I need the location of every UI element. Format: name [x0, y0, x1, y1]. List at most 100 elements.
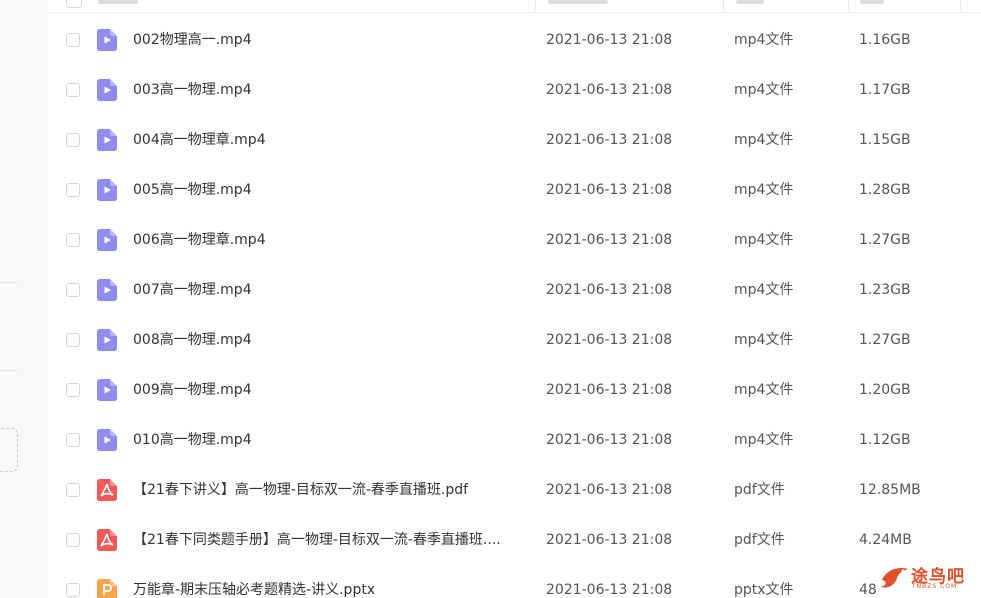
file-type: mp4文件 [734, 182, 794, 198]
row-checkbox[interactable] [66, 83, 80, 97]
file-type: mp4文件 [734, 132, 794, 148]
select-all-checkbox[interactable] [66, 0, 82, 8]
table-row[interactable]: 009高一物理.mp4 2021-06-13 21:08 mp4文件 1.20GB [48, 365, 981, 415]
row-checkbox[interactable] [66, 433, 80, 447]
column-separator[interactable] [960, 0, 961, 10]
column-header-size[interactable] [860, 0, 884, 4]
file-size: 1.23GB [859, 282, 911, 298]
file-modified-date: 2021-06-13 21:08 [546, 432, 673, 448]
file-name[interactable]: 002物理高一.mp4 [133, 30, 533, 50]
table-row[interactable]: 007高一物理.mp4 2021-06-13 21:08 mp4文件 1.23GB [48, 265, 981, 315]
table-row[interactable]: 【21春下讲义】高一物理-目标双一流-春季直播班.pdf 2021-06-13 2… [48, 465, 981, 515]
file-type: mp4文件 [734, 432, 794, 448]
file-size: 48 [859, 582, 877, 598]
row-checkbox[interactable] [66, 533, 80, 547]
table-row[interactable]: 003高一物理.mp4 2021-06-13 21:08 mp4文件 1.17GB [48, 65, 981, 115]
video-file-icon [97, 229, 117, 251]
file-modified-date: 2021-06-13 21:08 [546, 82, 673, 98]
table-row[interactable]: 008高一物理.mp4 2021-06-13 21:08 mp4文件 1.27GB [48, 315, 981, 365]
file-type: mp4文件 [734, 232, 794, 248]
ppt-file-icon [97, 579, 117, 598]
file-name[interactable]: 010高一物理.mp4 [133, 430, 533, 450]
file-size: 1.20GB [859, 382, 911, 398]
file-type: pdf文件 [734, 532, 785, 548]
file-list-panel: 002物理高一.mp4 2021-06-13 21:08 mp4文件 1.16GB 00… [48, 0, 981, 598]
file-type: mp4文件 [734, 82, 794, 98]
file-size: 1.12GB [859, 432, 911, 448]
pdf-file-icon [97, 479, 117, 501]
file-size: 1.17GB [859, 82, 911, 98]
row-checkbox[interactable] [66, 483, 80, 497]
video-file-icon [97, 279, 117, 301]
column-header-type[interactable] [736, 0, 764, 4]
sidebar-collapse-handle[interactable] [0, 428, 18, 472]
file-type: pptx文件 [734, 582, 794, 598]
file-modified-date: 2021-06-13 21:08 [546, 482, 673, 498]
bird-logo-icon [881, 568, 908, 588]
file-name[interactable]: 【21春下同类题手册】高一物理-目标双一流-春季直播班.... [133, 530, 533, 550]
file-name[interactable]: 006高一物理章.mp4 [133, 230, 533, 250]
file-size: 1.27GB [859, 232, 911, 248]
video-file-icon [97, 329, 117, 351]
file-name[interactable]: 003高一物理.mp4 [133, 80, 533, 100]
file-modified-date: 2021-06-13 21:08 [546, 532, 673, 548]
file-name[interactable]: 万能章-期末压轴必考题精选-讲义.pptx [133, 580, 533, 598]
table-row[interactable]: 006高一物理章.mp4 2021-06-13 21:08 mp4文件 1.27GB [48, 215, 981, 265]
file-size: 1.28GB [859, 182, 911, 198]
row-checkbox[interactable] [66, 583, 80, 597]
file-modified-date: 2021-06-13 21:08 [546, 132, 673, 148]
column-separator[interactable] [535, 0, 536, 10]
column-header-date[interactable] [548, 0, 608, 4]
file-name[interactable]: 007高一物理.mp4 [133, 280, 533, 300]
file-size: 1.16GB [859, 32, 911, 48]
table-row[interactable]: 010高一物理.mp4 2021-06-13 21:08 mp4文件 1.12GB [48, 415, 981, 465]
table-row[interactable]: 【21春下同类题手册】高一物理-目标双一流-春季直播班.... 2021-06-1… [48, 515, 981, 565]
file-type: mp4文件 [734, 32, 794, 48]
video-file-icon [97, 179, 117, 201]
file-type: pdf文件 [734, 482, 785, 498]
video-file-icon [97, 429, 117, 451]
file-size: 4.24MB [859, 532, 912, 548]
table-row[interactable]: 005高一物理.mp4 2021-06-13 21:08 mp4文件 1.28GB [48, 165, 981, 215]
file-type: mp4文件 [734, 282, 794, 298]
row-checkbox[interactable] [66, 183, 80, 197]
file-type: mp4文件 [734, 382, 794, 398]
file-modified-date: 2021-06-13 21:08 [546, 232, 673, 248]
row-checkbox[interactable] [66, 133, 80, 147]
row-checkbox[interactable] [66, 233, 80, 247]
video-file-icon [97, 29, 117, 51]
file-name[interactable]: 【21春下讲义】高一物理-目标双一流-春季直播班.pdf [133, 480, 533, 500]
video-file-icon [97, 379, 117, 401]
file-manager-window: 002物理高一.mp4 2021-06-13 21:08 mp4文件 1.16GB 00… [0, 0, 981, 598]
table-row[interactable]: 万能章-期末压轴必考题精选-讲义.pptx 2021-06-13 21:08 ppt… [48, 565, 981, 598]
row-checkbox[interactable] [66, 283, 80, 297]
table-row[interactable]: 002物理高一.mp4 2021-06-13 21:08 mp4文件 1.16GB [48, 15, 981, 65]
pdf-file-icon [97, 529, 117, 551]
site-watermark: 途鸟吧 TNBZS.COM [878, 560, 978, 596]
file-name[interactable]: 005高一物理.mp4 [133, 180, 533, 200]
file-name[interactable]: 008高一物理.mp4 [133, 330, 533, 350]
table-header [48, 0, 981, 13]
file-modified-date: 2021-06-13 21:08 [546, 582, 673, 598]
file-modified-date: 2021-06-13 21:08 [546, 282, 673, 298]
table-row[interactable]: 004高一物理章.mp4 2021-06-13 21:08 mp4文件 1.15GB [48, 115, 981, 165]
row-checkbox[interactable] [66, 33, 80, 47]
file-name[interactable]: 009高一物理.mp4 [133, 380, 533, 400]
sidebar-divider [0, 370, 18, 371]
sidebar-divider [0, 282, 18, 283]
file-size: 12.85MB [859, 482, 921, 498]
file-size: 1.27GB [859, 332, 911, 348]
row-checkbox[interactable] [66, 383, 80, 397]
video-file-icon [97, 129, 117, 151]
watermark-subtext: TNBZS.COM [912, 583, 958, 590]
file-name[interactable]: 004高一物理章.mp4 [133, 130, 533, 150]
file-type: mp4文件 [734, 332, 794, 348]
file-modified-date: 2021-06-13 21:08 [546, 182, 673, 198]
video-file-icon [97, 79, 117, 101]
column-separator[interactable] [848, 0, 849, 10]
file-modified-date: 2021-06-13 21:08 [546, 332, 673, 348]
row-checkbox[interactable] [66, 333, 80, 347]
column-separator[interactable] [723, 0, 724, 10]
column-header-name[interactable] [98, 0, 138, 4]
file-size: 1.15GB [859, 132, 911, 148]
